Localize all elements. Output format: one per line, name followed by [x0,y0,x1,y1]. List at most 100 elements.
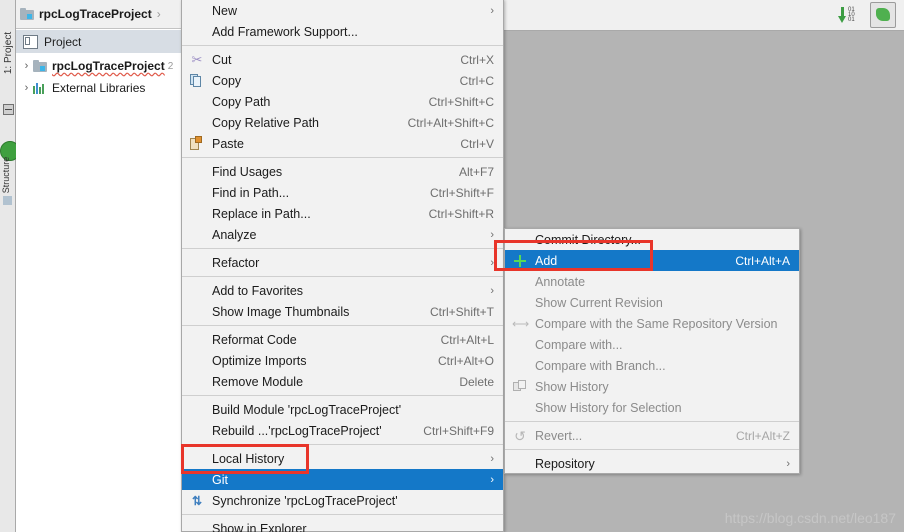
menu-item-label: Compare with... [535,337,623,352]
menu-item-shortcut: Ctrl+Shift+R [428,206,494,221]
scissors-icon: ✂ [191,51,203,67]
menu-item-commit-directory[interactable]: Commit Directory... [505,229,799,250]
menu-item-paste[interactable]: Paste Ctrl+V [182,133,503,154]
tree-node-0[interactable]: › rpcLogTraceProject 2 [16,55,181,77]
menu-item-refactor[interactable]: Refactor › [182,252,503,273]
tree-node-count: 2 [167,60,174,72]
menu-item-compare-with-the-same-repository-version[interactable]: ⟷ Compare with the Same Repository Versio… [505,313,799,334]
menu-item-label: Commit Directory... [535,232,642,247]
menu-item-remove-module[interactable]: Remove Module Delete [182,371,503,392]
git-submenu[interactable]: Commit Directory... Add Ctrl+Alt+A Annotate… [504,228,800,474]
menu-item-add[interactable]: Add Ctrl+Alt+A [505,250,799,271]
download-digits: 01 10 01 [848,6,855,23]
run-green-icon[interactable] [870,2,896,28]
menu-item-shortcut: Ctrl+Shift+F [429,185,494,200]
menu-item-show-image-thumbnails[interactable]: Show Image Thumbnails Ctrl+Shift+T [182,301,503,322]
menu-item-label: Revert... [535,428,583,443]
tree-node-label: rpcLogTraceProject [52,59,165,73]
expand-arrow-icon[interactable]: › [20,82,33,94]
project-icon [23,34,38,49]
breadcrumb-label: rpcLogTraceProject [39,7,152,21]
menu-item-compare-with[interactable]: Compare with... [505,334,799,355]
chevron-right-icon: › [490,228,494,241]
menu-separator [182,395,503,396]
menu-item-label: Paste [212,136,244,151]
menu-item-label: Refactor [212,255,260,270]
menu-item-copy-path[interactable]: Copy Path Ctrl+Shift+C [182,91,503,112]
menu-separator [182,325,503,326]
menu-item-label: Add [535,253,558,268]
menu-item-label: Annotate [535,274,586,289]
menu-item-label: Show History for Selection [535,400,682,415]
menu-item-shortcut: Ctrl+Alt+L [440,332,494,347]
ide-window: 01 10 01 1: Project Structure rpcLogTrac… [0,0,904,532]
menu-item-build-module-rpclogtraceproject[interactable]: Build Module 'rpcLogTraceProject' [182,399,503,420]
menu-item-replace-in-path[interactable]: Replace in Path... Ctrl+Shift+R [182,203,503,224]
menu-item-label: Add Framework Support... [212,24,358,39]
menu-item-shortcut: Alt+F7 [458,164,494,179]
tab-project-label: Project [44,34,82,49]
menu-item-label: Add to Favorites [212,283,304,298]
menu-item-label: Find in Path... [212,185,290,200]
menu-item-cut[interactable]: ✂ Cut Ctrl+X [182,49,503,70]
menu-item-shortcut: Ctrl+Alt+A [735,253,790,268]
menu-item-show-in-explorer[interactable]: Show in Explorer [182,518,503,532]
menu-item-show-history-for-selection[interactable]: Show History for Selection [505,397,799,418]
menu-item-label: Build Module 'rpcLogTraceProject' [212,402,402,417]
menu-item-label: Remove Module [212,374,304,389]
sidebar-item-project[interactable]: 1: Project [3,22,17,84]
tree-node-1[interactable]: › External Libraries [16,77,181,99]
collapse-all-icon[interactable] [3,104,14,115]
tab-project[interactable]: Project [16,30,181,53]
menu-separator [182,276,503,277]
menu-item-label: Show Current Revision [535,295,663,310]
menu-item-show-current-revision[interactable]: Show Current Revision [505,292,799,313]
paste-icon [189,135,205,152]
chevron-right-icon: › [490,473,494,486]
menu-item-reformat-code[interactable]: Reformat Code Ctrl+Alt+L [182,329,503,350]
menu-item-optimize-imports[interactable]: Optimize Imports Ctrl+Alt+O [182,350,503,371]
menu-item-new[interactable]: New › [182,0,503,21]
menu-item-shortcut: Ctrl+X [460,52,494,67]
menu-item-shortcut: Ctrl+Alt+Shift+C [407,115,494,130]
menu-item-shortcut: Ctrl+Shift+T [429,304,494,319]
menu-item-label: Copy Path [212,94,271,109]
download-arrow-icon[interactable]: 01 10 01 [838,4,864,26]
menu-item-label: Repository [535,456,595,471]
menu-item-git[interactable]: Git › [182,469,503,490]
menu-item-copy-relative-path[interactable]: Copy Relative Path Ctrl+Alt+Shift+C [182,112,503,133]
menu-item-shortcut: Ctrl+Alt+O [437,353,494,368]
context-menu[interactable]: New › Add Framework Support... ✂ Cut Ctrl+X Co… [181,0,504,532]
breadcrumb: rpcLogTraceProject › [16,0,181,29]
libraries-icon [33,82,47,94]
menu-item-add-framework-support[interactable]: Add Framework Support... [182,21,503,42]
menu-item-label: Rebuild ...'rpcLogTraceProject' [212,423,382,438]
menu-separator [505,449,799,450]
menu-separator [182,444,503,445]
menu-item-rebuild-rpclogtraceproject[interactable]: Rebuild ...'rpcLogTraceProject' Ctrl+Shif… [182,420,503,441]
menu-item-find-usages[interactable]: Find Usages Alt+F7 [182,161,503,182]
compare-icon: ⟷ [512,316,530,331]
menu-item-label: Show Image Thumbnails [212,304,350,319]
menu-item-synchronize-rpclogtraceproject[interactable]: ⇅ Synchronize 'rpcLogTraceProject' [182,490,503,511]
expand-arrow-icon[interactable]: › [20,60,33,72]
menu-item-analyze[interactable]: Analyze › [182,224,503,245]
menu-item-revert[interactable]: ↺ Revert... Ctrl+Alt+Z [505,425,799,446]
menu-item-compare-with-branch[interactable]: Compare with Branch... [505,355,799,376]
menu-item-find-in-path[interactable]: Find in Path... Ctrl+Shift+F [182,182,503,203]
sync-icon: ⇅ [191,493,203,508]
menu-item-repository[interactable]: Repository › [505,453,799,474]
menu-item-add-to-favorites[interactable]: Add to Favorites › [182,280,503,301]
menu-item-label: Compare with the Same Repository Version [535,316,778,331]
menu-item-local-history[interactable]: Local History › [182,448,503,469]
menu-item-label: Analyze [212,227,257,242]
chevron-right-icon: › [490,256,494,269]
chevron-right-icon: › [490,4,494,17]
chevron-right-icon: › [786,457,790,470]
menu-item-copy[interactable]: Copy Ctrl+C [182,70,503,91]
menu-item-annotate[interactable]: Annotate [505,271,799,292]
tree-node-label: External Libraries [52,81,146,95]
chevron-right-icon: › [490,452,494,465]
favorites-icon[interactable] [3,196,12,205]
menu-item-show-history[interactable]: Show History [505,376,799,397]
